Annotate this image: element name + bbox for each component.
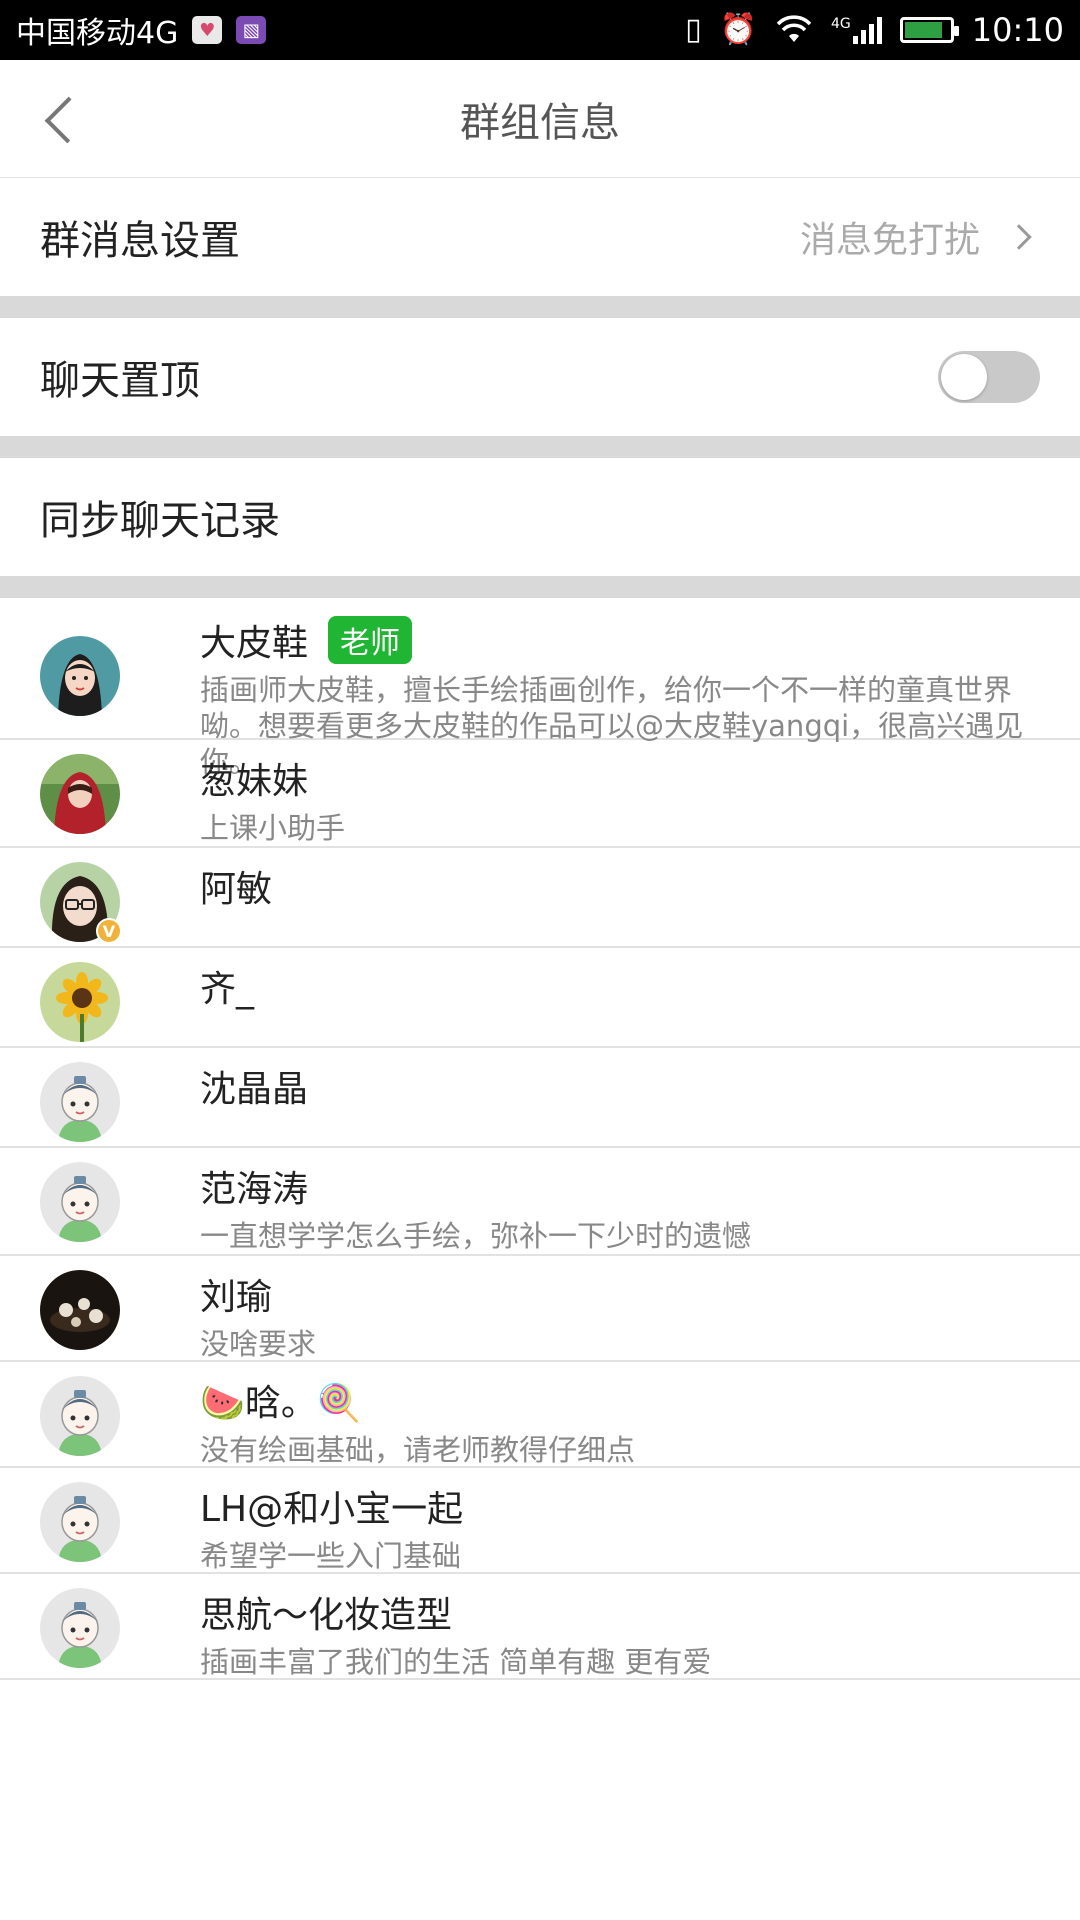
member-info: 沈晶晶 (200, 1060, 1054, 1112)
chevron-right-icon (1006, 224, 1032, 250)
default-cartoon-avatar (40, 1162, 120, 1242)
status-bar-left: 中国移动4G ♥ ▧ (16, 8, 267, 52)
member-name-line: LH@和小宝一起 (200, 1480, 1054, 1532)
pin-chat-toggle[interactable] (938, 351, 1040, 403)
member-name-line: 齐_ (200, 960, 1054, 1012)
member-name-line: 🍉晗。🍭 (200, 1374, 1054, 1426)
message-settings-row[interactable]: 群消息设置 消息免打扰 (0, 178, 1080, 296)
member-list: 大皮鞋 老师 插画师大皮鞋，擅长手绘插画创作，给你一个不一样的童真世界呦。想要看更多… (0, 598, 1080, 1680)
pin-chat-row: 聊天置顶 (0, 318, 1080, 436)
sunflower-avatar (40, 962, 120, 1042)
default-cartoon-avatar (40, 1376, 120, 1456)
message-settings-label: 群消息设置 (40, 218, 240, 264)
chevron-left-icon (44, 96, 92, 144)
member-name-line: 大皮鞋 老师 (200, 614, 1054, 666)
avatar[interactable] (40, 636, 120, 716)
sync-history-row[interactable]: 同步聊天记录 (0, 458, 1080, 576)
back-button[interactable] (40, 92, 92, 148)
status-bar: 中国移动4G ♥ ▧ ▯ ⏰ 4G 10:10 (0, 0, 1080, 60)
member-description: 没有绘画基础，请老师教得仔细点 (200, 1433, 636, 1467)
member-row[interactable]: V 阿敏 (0, 848, 1080, 948)
avatar[interactable] (40, 1062, 120, 1142)
pin-chat-label: 聊天置顶 (40, 358, 200, 404)
default-cartoon-avatar (40, 1482, 120, 1562)
member-row[interactable]: 齐_ (0, 948, 1080, 1048)
member-description: 希望学一些入门基础 (200, 1539, 462, 1573)
section-divider (0, 436, 1080, 458)
member-row[interactable]: LH@和小宝一起希望学一些入门基础 (0, 1468, 1080, 1574)
verified-badge: V (96, 918, 122, 944)
default-cartoon-avatar (40, 1062, 120, 1142)
member-row[interactable]: 思航～化妆造型插画丰富了我们的生活 简单有趣 更有爱 (0, 1574, 1080, 1680)
member-name: 思航～化妆造型 (200, 1595, 453, 1636)
member-row[interactable]: 刘瑜 没啥要求 (0, 1256, 1080, 1362)
member-row[interactable]: 范海涛一直想学学怎么手绘，弥补一下少时的遗憾 (0, 1148, 1080, 1256)
member-info: 齐_ (200, 960, 1054, 1012)
member-description: 插画丰富了我们的生活 简单有趣 更有爱 (200, 1645, 712, 1679)
vibrate-icon: ▯ (685, 12, 702, 47)
member-name-line: 沈晶晶 (200, 1060, 1054, 1112)
message-settings-value: 消息免打扰 (799, 220, 980, 261)
member-description: 上课小助手 (200, 811, 346, 845)
sync-history-label: 同步聊天记录 (40, 498, 280, 544)
member-row[interactable]: 葱妹妹 上课小助手 (0, 740, 1080, 848)
member-name: LH@和小宝一起 (200, 1489, 464, 1530)
member-name: 大皮鞋 (200, 623, 309, 664)
member-info: 🍉晗。🍭 没有绘画基础，请老师教得仔细点 (200, 1374, 1054, 1468)
member-row[interactable]: 大皮鞋 老师 插画师大皮鞋，擅长手绘插画创作，给你一个不一样的童真世界呦。想要看更多… (0, 598, 1080, 779)
toggle-knob (941, 354, 987, 400)
avatar[interactable] (40, 1376, 120, 1456)
network-type-label: 4G (831, 16, 851, 32)
default-cartoon-avatar (40, 1588, 120, 1668)
member-row[interactable]: 沈晶晶 (0, 1048, 1080, 1148)
status-bar-right: ▯ ⏰ 4G 10:10 (685, 11, 1064, 49)
red-hood-girl-avatar (40, 754, 120, 834)
member-info: 阿敏 (200, 860, 1054, 912)
member-name-line: 思航～化妆造型 (200, 1586, 1054, 1638)
health-app-icon: ♥ (192, 16, 223, 44)
page-title: 群组信息 (460, 99, 620, 146)
avatar[interactable] (40, 754, 120, 834)
member-name-line: 范海涛 (200, 1160, 1054, 1212)
member-name: 葱妹妹 (200, 761, 309, 802)
avatar[interactable] (40, 1270, 120, 1350)
avatar[interactable]: V (40, 862, 122, 944)
gallery-app-icon: ▧ (236, 16, 267, 44)
member-description: 一直想学学怎么手绘，弥补一下少时的遗憾 (200, 1219, 752, 1253)
member-info: 思航～化妆造型插画丰富了我们的生活 简单有趣 更有爱 (200, 1586, 1054, 1680)
avatar[interactable] (40, 1588, 120, 1668)
member-row[interactable]: 🍉晗。🍭 没有绘画基础，请老师教得仔细点 (0, 1362, 1080, 1468)
battery-icon (899, 17, 959, 43)
wifi-icon (776, 15, 812, 42)
illustrated-girl-avatar (40, 636, 120, 716)
member-name: 齐_ (200, 969, 255, 1010)
teacher-badge: 老师 (328, 616, 413, 664)
tea-set-avatar (40, 1270, 120, 1350)
member-info: 范海涛一直想学学怎么手绘，弥补一下少时的遗憾 (200, 1160, 1054, 1254)
member-info: 葱妹妹 上课小助手 (200, 752, 1054, 846)
member-name: 🍉晗。🍭 (200, 1383, 362, 1424)
member-info: 刘瑜 没啥要求 (200, 1268, 1054, 1362)
avatar[interactable] (40, 1482, 120, 1562)
member-name: 沈晶晶 (200, 1069, 309, 1110)
member-name: 范海涛 (200, 1169, 309, 1210)
section-divider (0, 296, 1080, 318)
alarm-icon: ⏰ (719, 12, 758, 47)
member-name-line: 刘瑜 (200, 1268, 1054, 1320)
clock: 10:10 (971, 11, 1064, 49)
avatar[interactable] (40, 1162, 120, 1242)
member-name: 刘瑜 (200, 1277, 273, 1318)
member-name-line: 阿敏 (200, 860, 1054, 912)
title-bar: 群组信息 (0, 60, 1080, 178)
avatar[interactable] (40, 962, 120, 1042)
member-description: 没啥要求 (200, 1327, 317, 1361)
section-divider (0, 576, 1080, 598)
member-info: LH@和小宝一起希望学一些入门基础 (200, 1480, 1054, 1574)
carrier-label: 中国移动4G (16, 16, 179, 51)
member-name-line: 葱妹妹 (200, 752, 1054, 804)
member-name: 阿敏 (200, 869, 273, 910)
cellular-signal-icon: 4G (831, 16, 882, 44)
